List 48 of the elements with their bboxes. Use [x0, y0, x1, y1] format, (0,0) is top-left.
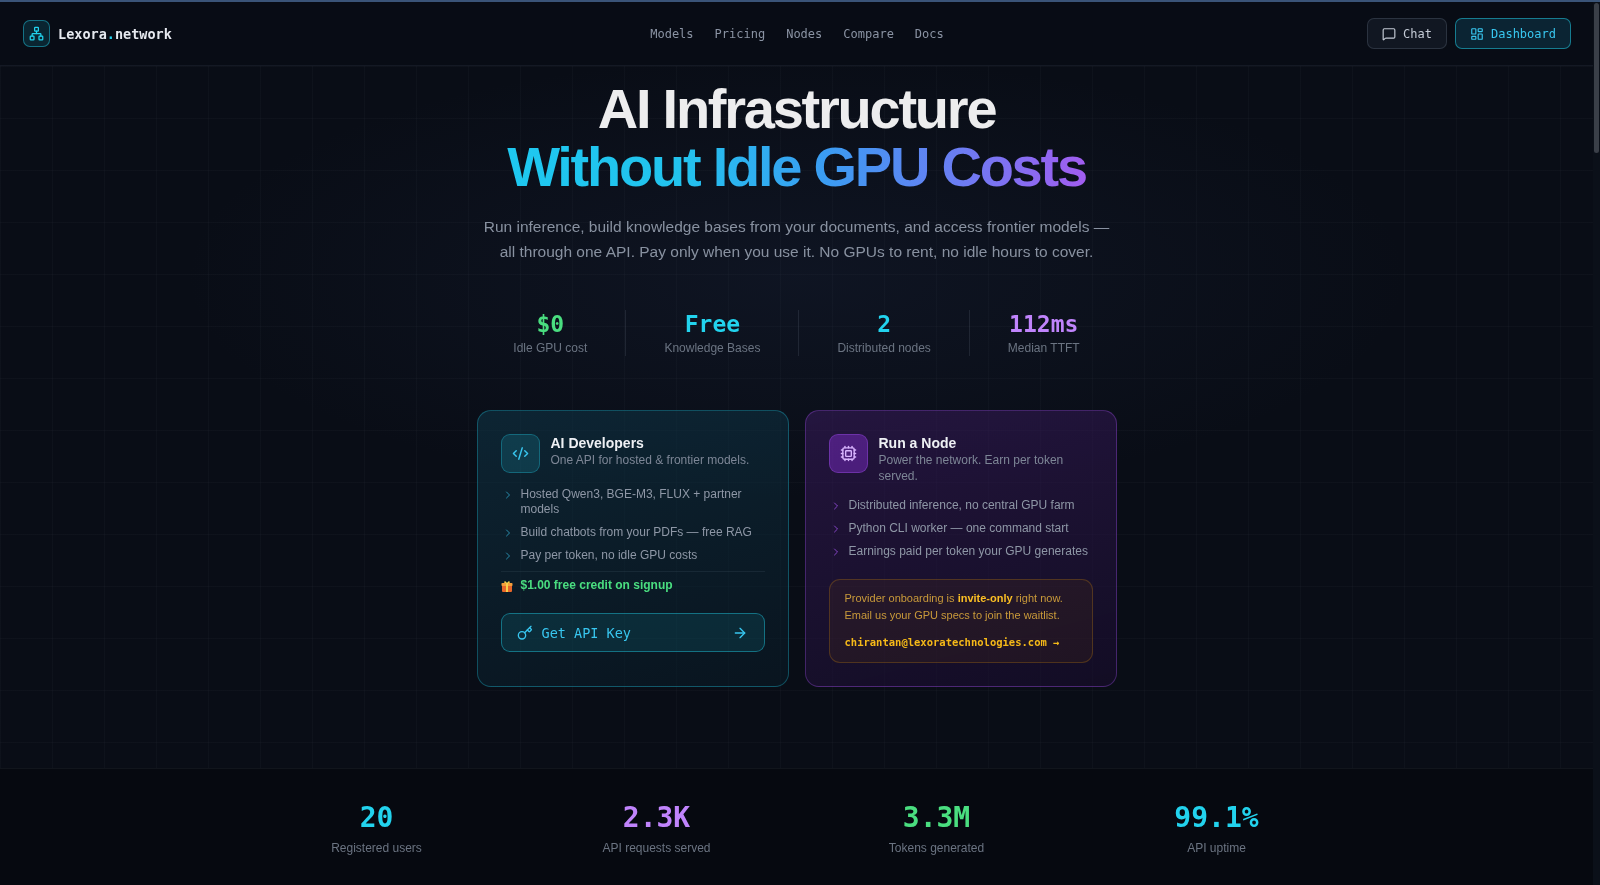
card-subtitle: Power the network. Earn per token served.	[878, 452, 1065, 484]
stat-value: 112ms	[1009, 310, 1079, 338]
metric-value: 2.3K	[622, 801, 691, 835]
key-icon	[516, 624, 533, 641]
card-title: AI Developers	[550, 434, 645, 452]
get-api-key-button[interactable]: Get API Key	[500, 613, 765, 652]
stat-label: Idle GPU cost	[513, 340, 588, 356]
metric-label: Registered users	[331, 840, 422, 856]
nav-link[interactable]: Pricing	[714, 26, 766, 41]
metric-label: Tokens generated	[888, 840, 985, 856]
hero-subtitle: Run inference, build knowledge bases from your documents, and access frontier models — all through one API. Pay only when you use it. No GPUs to rent, no idle hours to cover.	[482, 217, 1111, 262]
nav-link[interactable]: Nodes	[786, 26, 823, 41]
stat-value: $0	[536, 310, 565, 338]
stat-label: Median TTFT	[1007, 340, 1080, 356]
metric-value: 99.1%	[1174, 801, 1259, 835]
card-subtitle: One API for hosted & frontier models.	[550, 452, 750, 468]
network-logo-icon	[23, 20, 50, 47]
brand-name: Lexora.network	[58, 25, 172, 42]
feature-text: Python CLI worker — one command start	[848, 521, 1069, 536]
feature-text: Hosted Qwen3, BGE-M3, FLUX + partner models	[520, 487, 743, 517]
code-icon	[500, 434, 540, 473]
card-title: Run a Node	[878, 434, 958, 452]
hero-title: AI Infrastructure	[597, 80, 996, 138]
stat-label: Knowledge Bases	[664, 340, 761, 356]
stat-value: 2	[877, 310, 892, 338]
gift-icon	[500, 579, 513, 592]
dashboard-button[interactable]: Dashboard	[1454, 18, 1571, 49]
nav-link[interactable]: Compare	[843, 26, 894, 41]
chat-bubble-icon	[1382, 26, 1397, 41]
notice-text: Provider onboarding is invite-only right now. Email us your GPU specs to join the waitlist.	[844, 591, 1064, 623]
email-link[interactable]: chirantan@lexoratechnologies.com →	[844, 635, 1060, 650]
scrollbar-thumb[interactable]	[1594, 3, 1599, 153]
feature-text: Pay per token, no idle GPU costs	[520, 548, 698, 563]
stat-label: Distributed nodes	[837, 340, 931, 356]
feature-text: Earnings paid per token your GPU generates	[848, 544, 1088, 559]
feature-text: Build chatbots from your PDFs — free RAG	[520, 525, 752, 540]
nav-link[interactable]: Models	[650, 26, 694, 41]
feature-text: Distributed inference, no central GPU farm	[848, 498, 1075, 513]
chat-button[interactable]: Chat	[1367, 18, 1447, 49]
grid-icon	[1469, 26, 1484, 41]
metric-value: 3.3M	[902, 801, 971, 835]
chip-icon	[828, 434, 868, 473]
metric-label: API requests served	[602, 840, 711, 856]
metric-label: API uptime	[1187, 840, 1246, 856]
metric-value: 20	[359, 801, 394, 835]
stat-value: Free	[684, 310, 741, 338]
credit-offer-text: $1.00 free credit on signup	[520, 578, 673, 593]
nav-link[interactable]: Docs	[914, 26, 944, 41]
